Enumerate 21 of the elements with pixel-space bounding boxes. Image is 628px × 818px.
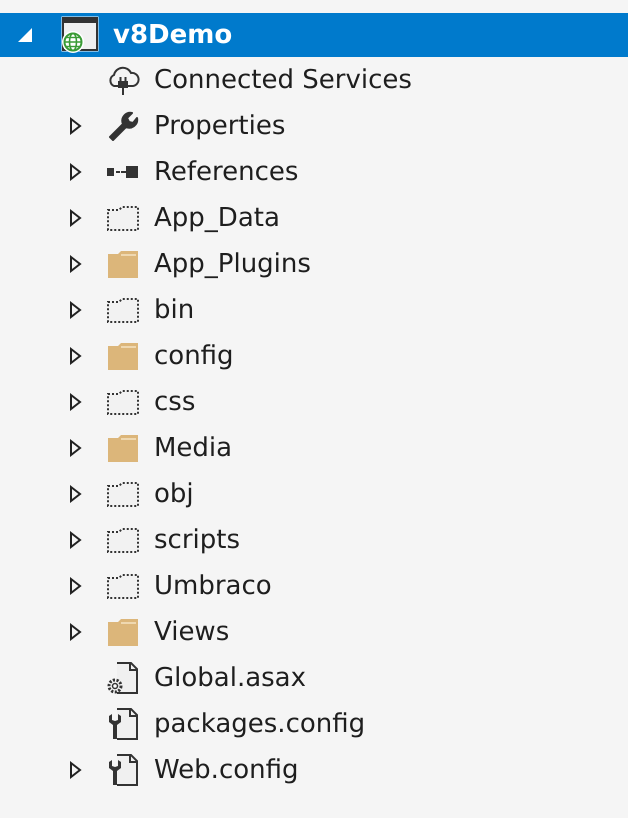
references-icon	[107, 166, 138, 178]
gear-file-icon	[105, 660, 141, 696]
tree-item[interactable]: packages.config	[154, 709, 366, 739]
tree-item[interactable]: Properties	[154, 111, 286, 141]
tree-item[interactable]: Connected Services	[154, 65, 412, 95]
tree-item[interactable]: bin	[154, 295, 194, 325]
tree-item[interactable]: Media	[154, 433, 232, 463]
tree-item[interactable]: css	[154, 387, 196, 417]
tree-item[interactable]: Web.config	[154, 755, 299, 785]
tree-item[interactable]: Views	[154, 617, 230, 647]
tree-item[interactable]: App_Data	[154, 203, 280, 233]
web-project-icon	[60, 15, 100, 55]
tree-item[interactable]: config	[154, 341, 234, 371]
tree-item[interactable]: v8Demo	[0, 13, 628, 57]
tree-item[interactable]: Umbraco	[154, 571, 272, 601]
tree-item[interactable]: References	[154, 157, 298, 187]
tree-item[interactable]: scripts	[154, 525, 240, 555]
tree-item[interactable]: Global.asax	[154, 663, 306, 693]
tree-item[interactable]: App_Plugins	[154, 249, 311, 279]
expanded-arrow-icon[interactable]	[16, 26, 34, 44]
tree-item[interactable]: obj	[154, 479, 194, 509]
